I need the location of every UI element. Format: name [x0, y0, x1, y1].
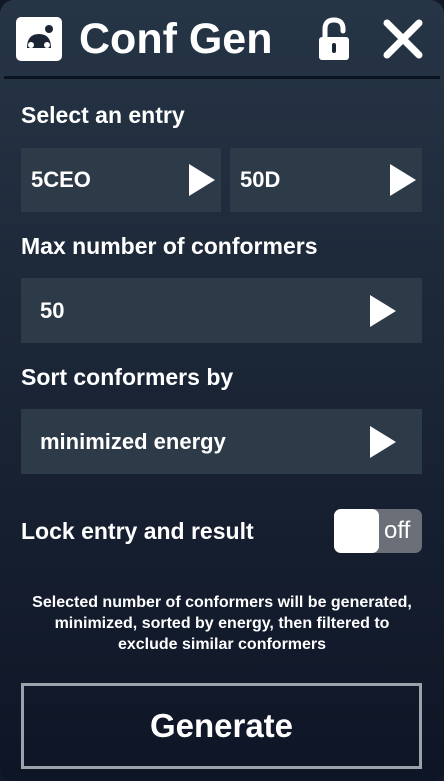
unlocked-padlock-icon	[319, 17, 349, 60]
close-button[interactable]	[380, 18, 426, 60]
lock-entry-label: Lock entry and result	[21, 518, 254, 544]
play-arrow-icon	[370, 295, 396, 327]
sub-entry-dropdown[interactable]: 50D	[230, 148, 422, 212]
lock-entry-toggle[interactable]: off	[334, 509, 422, 553]
generation-note: Selected number of conformers will be ge…	[32, 594, 412, 653]
toggle-state-text: off	[384, 517, 411, 544]
max-conformers-label: Max number of conformers	[21, 233, 318, 259]
entry-dropdown[interactable]: 5CEO	[21, 148, 221, 212]
conf-gen-panel: Conf Gen Select an entry 5CEO 50D Max nu…	[0, 0, 444, 781]
play-arrow-icon	[189, 164, 215, 196]
header-divider	[4, 76, 440, 79]
max-conformers-dropdown[interactable]: 50	[21, 278, 422, 343]
select-entry-label: Select an entry	[21, 102, 185, 128]
sub-entry-dropdown-value: 50D	[240, 167, 281, 192]
close-x-icon	[383, 19, 423, 59]
play-arrow-icon	[370, 426, 396, 458]
max-conformers-value: 50	[40, 298, 65, 323]
sort-conformers-value: minimized energy	[40, 429, 226, 454]
sort-conformers-dropdown[interactable]: minimized energy	[21, 409, 422, 474]
panel-header: Conf Gen	[0, 0, 444, 79]
play-arrow-icon	[390, 164, 416, 196]
molecule-logo-icon	[16, 17, 62, 61]
toggle-knob	[334, 509, 379, 553]
lock-button[interactable]	[316, 16, 352, 62]
panel-title: Conf Gen	[79, 15, 273, 63]
generate-button-label: Generate	[149, 707, 294, 744]
generate-button[interactable]: Generate	[21, 683, 422, 769]
entry-dropdown-value: 5CEO	[31, 167, 91, 192]
sort-conformers-label: Sort conformers by	[21, 364, 234, 390]
